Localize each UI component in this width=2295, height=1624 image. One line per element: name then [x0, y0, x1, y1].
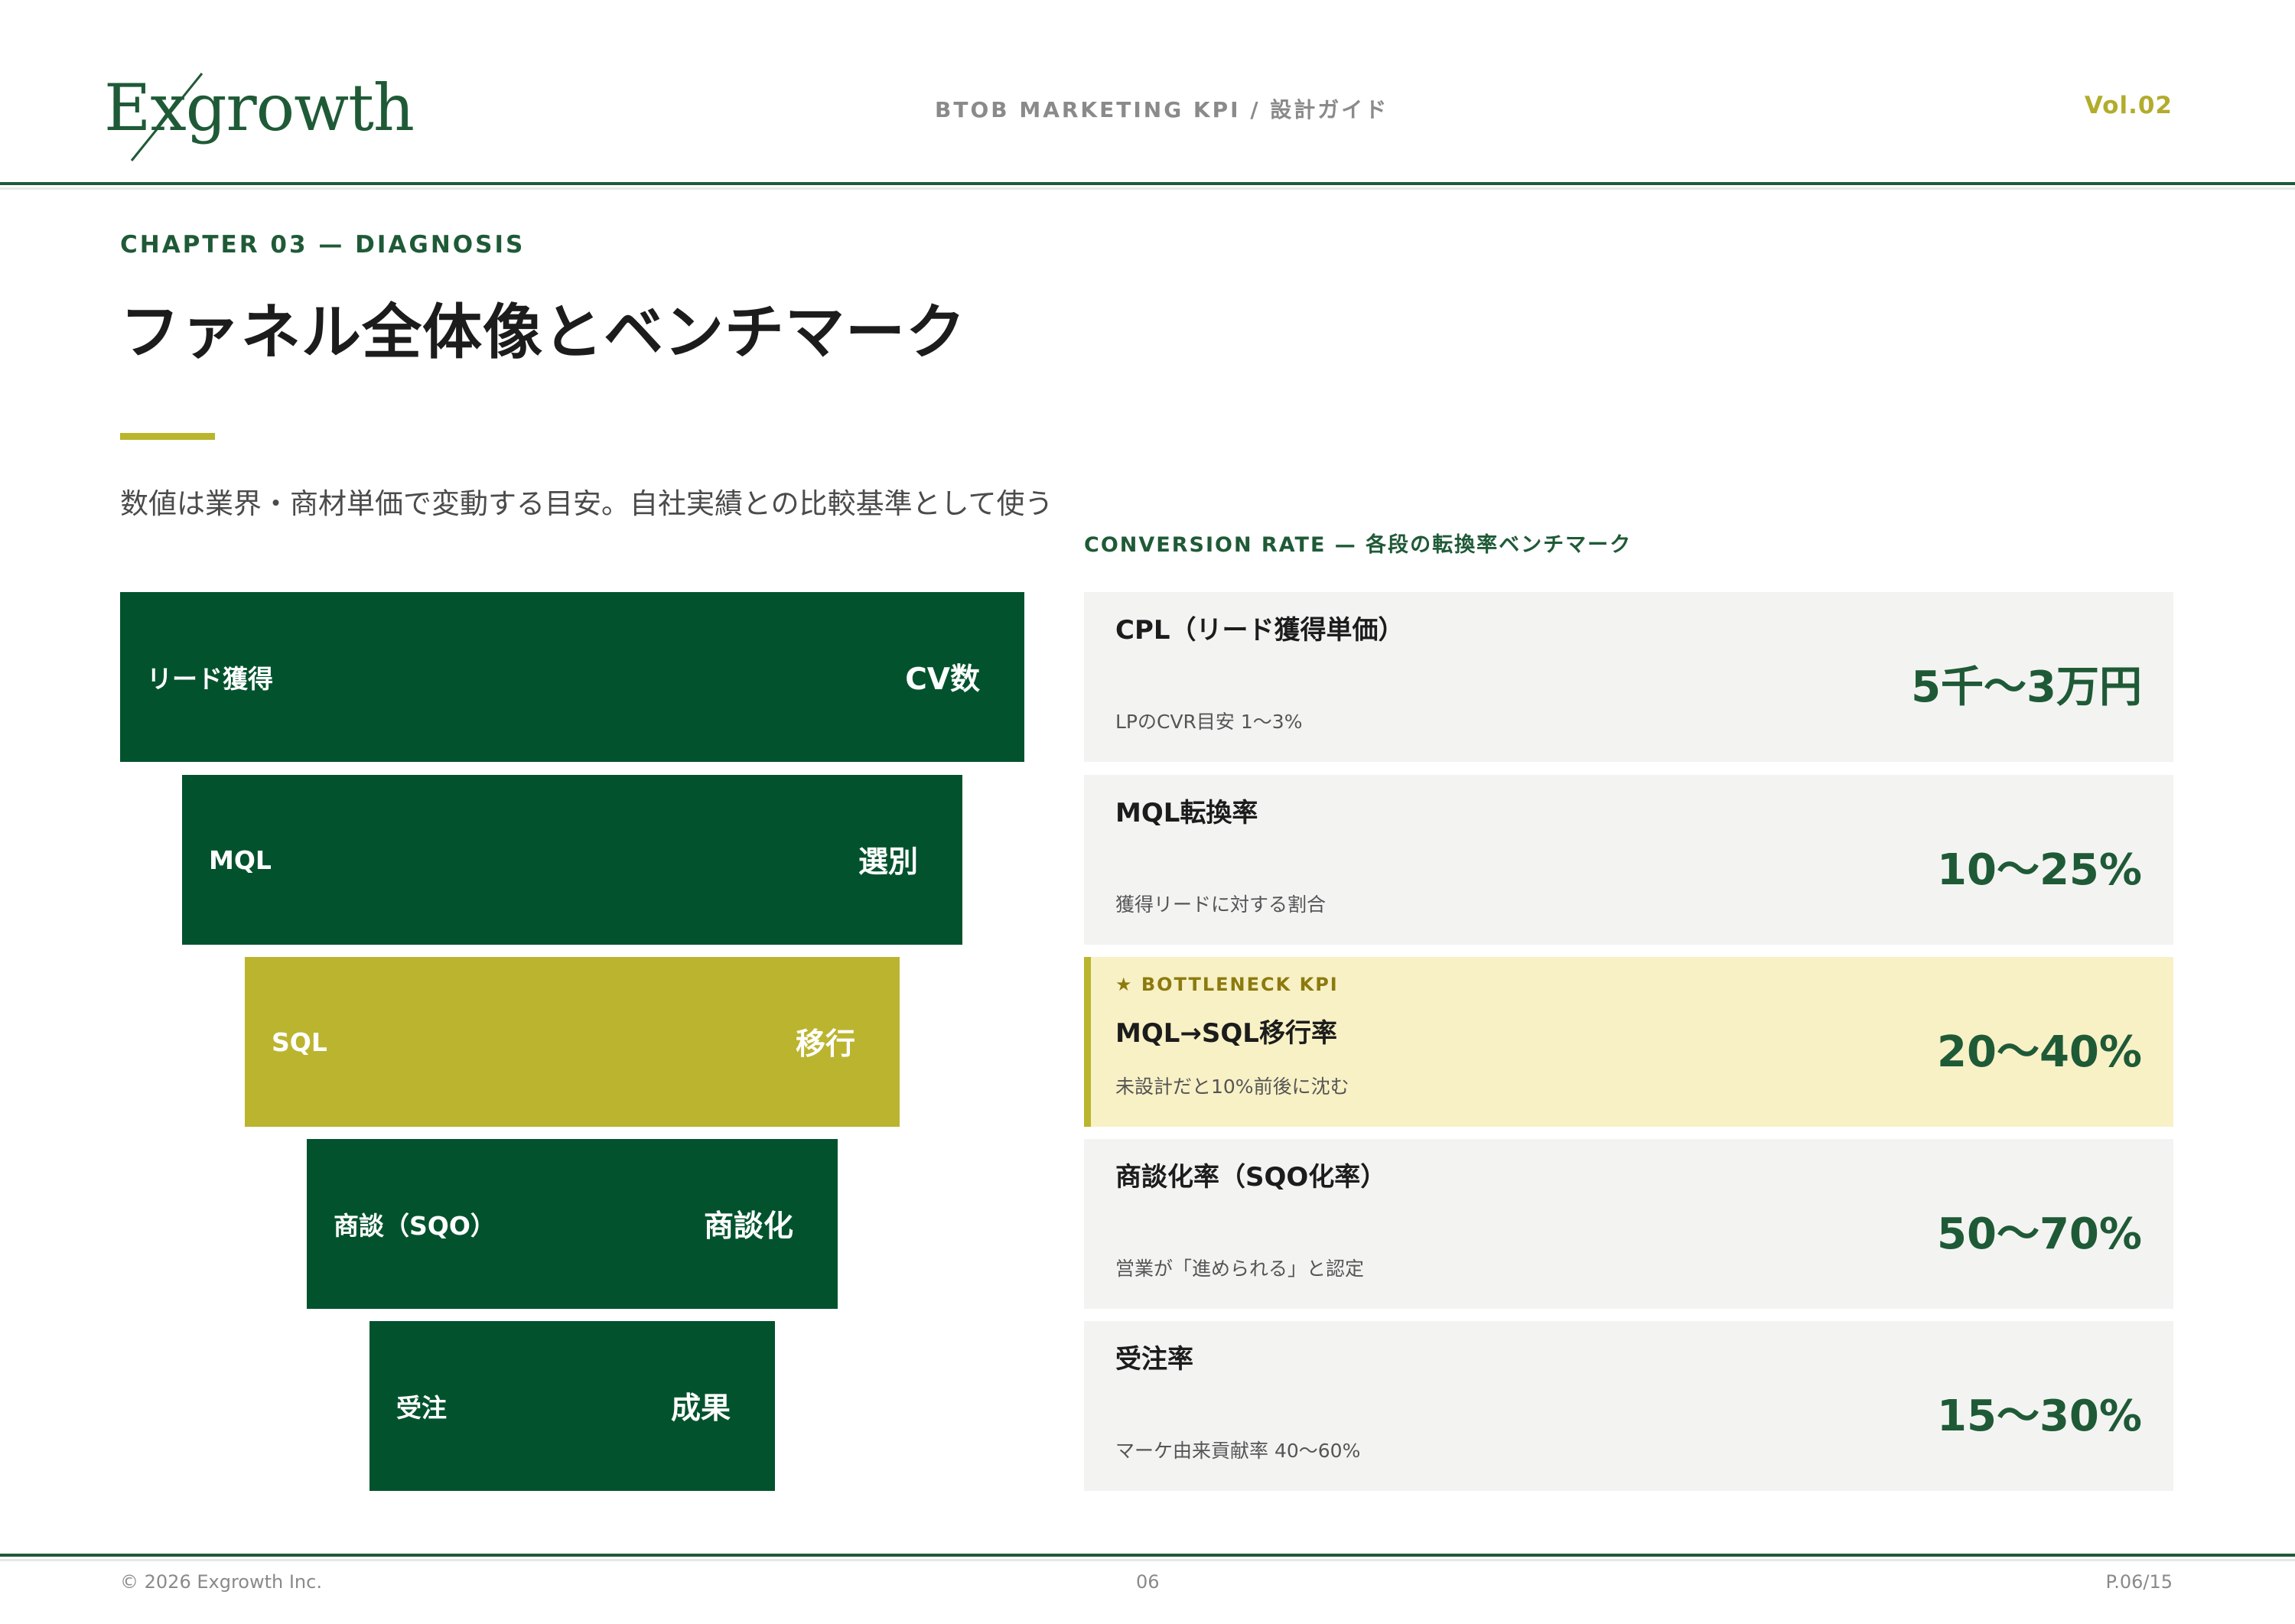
- metric-label: MQL転換率: [1115, 798, 1258, 828]
- header-divider: [0, 182, 2295, 185]
- metric-note: LPのCVR目安 1〜3%: [1115, 711, 1303, 733]
- metric-value: 20〜40%: [1937, 1027, 2142, 1077]
- funnel-stage-outcome: 選別: [858, 845, 918, 880]
- funnel-stage-outcome: 商談化: [703, 1209, 793, 1244]
- page-title: ファネル全体像とベンチマーク: [120, 298, 967, 367]
- logo-slash-mark: [130, 73, 203, 161]
- bottleneck-tag: ★ BOTTLENECK KPI: [1115, 974, 1339, 995]
- metric-value: 15〜30%: [1937, 1391, 2142, 1441]
- funnel-stage-label: 商談（SQO）: [334, 1211, 496, 1241]
- page-number: 06: [1136, 1571, 1160, 1593]
- metric-note: 獲得リードに対する割合: [1115, 893, 1327, 916]
- page-of-total: P.06/15: [2105, 1571, 2173, 1593]
- metric-label: 商談化率（SQO化率）: [1115, 1162, 1387, 1193]
- header-divider-shadow: [0, 187, 2295, 190]
- funnel-stage: 受注 成果: [369, 1321, 775, 1491]
- funnel-stage-outcome: CV数: [905, 662, 980, 697]
- metric-note: マーケ由来貢献率 40〜60%: [1115, 1440, 1361, 1462]
- volume-label: Vol.02: [2084, 92, 2173, 119]
- lead-text: 数値は業界・商材単価で変動する目安。自社実績との比較基準として使う: [120, 487, 1053, 520]
- metric-value: 5千〜3万円: [1911, 662, 2142, 712]
- metric-note: 未設計だと10%前後に沈む: [1115, 1076, 1349, 1098]
- copyright: © 2026 Exgrowth Inc.: [120, 1571, 322, 1593]
- document-title: BTOB MARKETING KPI / 設計ガイド: [935, 97, 1389, 122]
- metric-note: 営業が「進められる」と認定: [1115, 1258, 1365, 1280]
- metric-label: MQL→SQL移行率: [1115, 1018, 1337, 1049]
- funnel-stage-label: MQL: [209, 845, 272, 875]
- page-header: Exgrowth BTOB MARKETING KPI / 設計ガイド Vol.…: [0, 0, 2295, 185]
- metric-card: MQL転換率 10〜25% 獲得リードに対する割合: [1084, 775, 2173, 945]
- funnel-stage-outcome: 成果: [670, 1391, 731, 1426]
- metric-value: 10〜25%: [1937, 845, 2142, 895]
- metric-label: 受注率: [1115, 1344, 1193, 1375]
- footer-divider: [0, 1554, 2295, 1557]
- funnel-stage: MQL 選別: [182, 775, 962, 945]
- funnel-stage-label: SQL: [272, 1027, 327, 1057]
- funnel-stage: SQL 移行: [245, 957, 900, 1127]
- chapter-label: CHAPTER 03 — DIAGNOSIS: [120, 231, 526, 259]
- metric-card: CPL（リード獲得単価） 5千〜3万円 LPのCVR目安 1〜3%: [1084, 592, 2173, 762]
- company-logo: Exgrowth: [104, 70, 415, 170]
- metric-card: 受注率 15〜30% マーケ由来貢献率 40〜60%: [1084, 1321, 2173, 1491]
- funnel-stage-label: 受注: [396, 1393, 447, 1423]
- funnel-stage: リード獲得 CV数: [120, 592, 1024, 762]
- section-label: CONVERSION RATE — 各段の転換率ベンチマーク: [1084, 533, 1633, 557]
- metric-card-highlighted: ★ BOTTLENECK KPI MQL→SQL移行率 20〜40% 未設計だと10%…: [1084, 957, 2173, 1127]
- footer-divider-shadow: [0, 1559, 2295, 1561]
- metric-label: CPL（リード獲得単価）: [1115, 615, 1405, 646]
- funnel-stage-outcome: 移行: [795, 1027, 855, 1062]
- funnel-stage-label: リード獲得: [147, 664, 273, 694]
- title-accent-bar: [120, 433, 215, 440]
- highlight-border: [1084, 957, 1091, 1127]
- funnel-stage: 商談（SQO） 商談化: [307, 1139, 838, 1309]
- metric-card: 商談化率（SQO化率） 50〜70% 営業が「進められる」と認定: [1084, 1139, 2173, 1309]
- metric-value: 50〜70%: [1937, 1209, 2142, 1259]
